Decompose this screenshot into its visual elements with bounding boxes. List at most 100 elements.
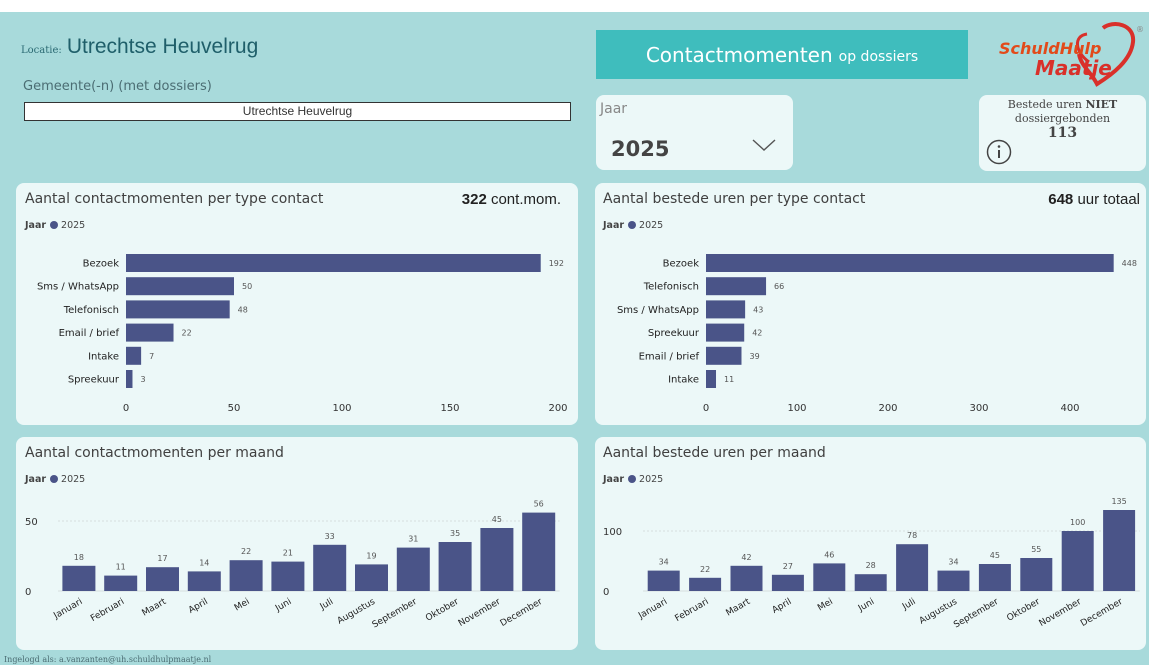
data-label: 448: [1122, 259, 1137, 268]
data-label: 45: [990, 551, 1000, 560]
data-label: 21: [283, 549, 293, 558]
data-label: 28: [866, 561, 876, 570]
bar: [126, 370, 133, 388]
bar: [187, 571, 221, 591]
data-label: 46: [824, 550, 834, 559]
category-label: Bezoek: [663, 259, 700, 270]
tick-label: 100: [787, 403, 806, 414]
bar: [62, 565, 96, 591]
data-label: 17: [157, 554, 167, 563]
data-label: 11: [724, 375, 734, 384]
month-label: Oktober: [1005, 597, 1042, 624]
category-label: Spreekuur: [648, 328, 700, 339]
category-label: Sms / WhatsApp: [617, 305, 699, 316]
gemeente-label: Gemeente(-n) (met dossiers): [23, 79, 212, 94]
bar: [480, 528, 514, 591]
month-label: Januari: [636, 597, 669, 622]
data-label: 50: [242, 282, 252, 291]
category-label: Intake: [668, 375, 699, 386]
bar: [706, 300, 746, 319]
bar: [104, 575, 138, 591]
category-label: Telefonisch: [643, 282, 699, 293]
tick-label: 200: [878, 403, 897, 414]
info-icon[interactable]: [986, 139, 1012, 165]
category-label: Telefonisch: [63, 305, 119, 316]
data-label: 192: [549, 259, 564, 268]
bar: [313, 544, 347, 591]
niet-dossiergebonden-card: Bestede uren NIET dossiergebonden 113: [979, 95, 1146, 171]
bar: [126, 277, 234, 296]
data-label: 33: [325, 532, 335, 541]
month-label: Mei: [233, 597, 252, 614]
data-label: 19: [366, 551, 376, 560]
login-info: Ingelogd als: a.vanzanten@uh.schuldhulpm…: [4, 655, 212, 664]
data-label: 14: [199, 558, 209, 567]
category-label: Email / brief: [59, 328, 120, 339]
bar: [647, 570, 680, 591]
logo-text-line2: Maatje: [1035, 56, 1112, 80]
year-slicer-label: Jaar: [600, 101, 628, 117]
month-label: December: [499, 597, 545, 629]
month-label: Juni: [273, 597, 293, 614]
bar: [1103, 510, 1136, 591]
month-label: November: [457, 597, 503, 629]
data-label: 56: [534, 500, 544, 509]
category-label: Spreekuur: [68, 375, 120, 386]
chevron-down-icon[interactable]: [751, 137, 777, 153]
month-label: Februari: [674, 597, 711, 624]
category-label: Sms / WhatsApp: [37, 282, 119, 293]
info-card-value: 113: [1047, 125, 1078, 141]
month-label: Maart: [140, 597, 168, 619]
data-label: 42: [752, 329, 762, 338]
bar: [438, 542, 472, 591]
panel-hours-type: Aantal bestede uren per type contact 648…: [595, 183, 1146, 425]
chart-hours-month: 0 100 34 Januari 22 Februari 42 Maart 27 April 46 M…: [603, 497, 1140, 631]
data-label: 35: [450, 529, 460, 538]
data-label: 48: [238, 305, 248, 314]
bar: [854, 574, 887, 591]
data-label: 45: [492, 515, 502, 524]
info-card-line2: dossiergebonden: [1014, 112, 1111, 125]
bar: [813, 563, 846, 591]
tick-label: 50: [228, 403, 241, 414]
tick-label: 400: [1060, 403, 1079, 414]
month-label: November: [1038, 597, 1084, 629]
panel-hours-month: Aantal bestede uren per maand Jaar 2025 0…: [595, 437, 1146, 650]
data-label: 43: [753, 305, 763, 314]
month-label: Juli: [900, 597, 917, 613]
month-label: September: [952, 597, 1000, 631]
gemeente-slicer[interactable]: Utrechtse Heuvelrug: [24, 102, 571, 121]
tick-label: 0: [603, 587, 609, 598]
data-label: 55: [1031, 545, 1041, 554]
bar: [706, 346, 742, 365]
data-label: 7: [149, 352, 154, 361]
tick-label: 300: [969, 403, 988, 414]
data-label: 27: [783, 562, 793, 571]
top-strip: [0, 0, 1149, 12]
data-label: 18: [74, 553, 84, 562]
tick-label: 50: [25, 517, 38, 528]
tick-label: 0: [703, 403, 709, 414]
data-label: 34: [659, 558, 669, 567]
bar: [355, 564, 388, 591]
bar: [706, 277, 767, 296]
chart-hours-type: Bezoek 448 Telefonisch 66 Sms / WhatsApp 43 Sp…: [617, 254, 1137, 414]
year-slicer[interactable]: Jaar 2025: [596, 95, 793, 170]
category-label: Email / brief: [639, 351, 700, 362]
bar: [706, 323, 745, 342]
panel-contact-type: Aantal contactmomenten per type contact …: [16, 183, 578, 425]
bar: [730, 565, 763, 591]
data-label: 34: [948, 558, 958, 567]
data-label: 22: [241, 547, 251, 556]
month-label: April: [771, 597, 794, 616]
bar: [126, 346, 142, 365]
report-title-main: Contactmomenten: [645, 42, 833, 67]
month-label: Juni: [856, 597, 876, 614]
tick-label: 150: [440, 403, 459, 414]
logo-heart-icon: SchuldHulp Maatje ®: [999, 22, 1144, 87]
bar: [229, 560, 263, 591]
bar: [126, 300, 230, 319]
bar: [706, 254, 1114, 272]
month-label: Mei: [816, 597, 835, 614]
bar: [522, 512, 556, 591]
